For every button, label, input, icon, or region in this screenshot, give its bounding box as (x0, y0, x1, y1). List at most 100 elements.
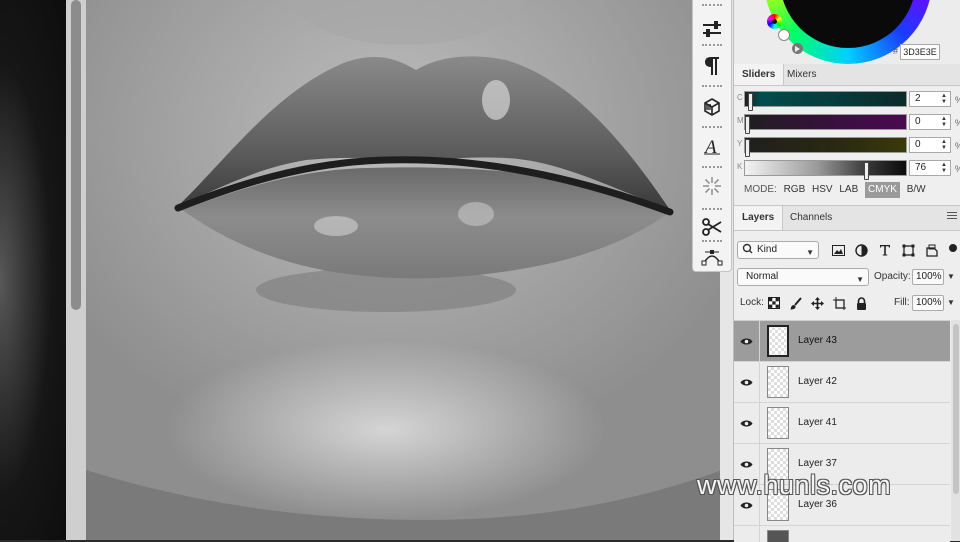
tab-sliders[interactable]: Sliders (734, 64, 785, 85)
chevron-down-icon[interactable]: ▼ (947, 298, 955, 307)
mode-bw[interactable]: B/W (907, 182, 926, 198)
search-icon (742, 242, 753, 262)
play-swatch-icon[interactable] (792, 43, 803, 54)
mode-cmyk[interactable]: CMYK (865, 182, 900, 198)
hex-value-input[interactable]: 3D3E3E (900, 44, 940, 60)
layers-panel-tabbar: Layers Channels (734, 206, 960, 231)
slider-row-cyan: C 2 ▲▼ % (734, 88, 960, 111)
lips-painting (86, 0, 722, 540)
black-slider-handle[interactable] (864, 162, 869, 180)
spinner-icon[interactable]: ▲ ▼ (941, 162, 947, 174)
opacity-input[interactable]: 100% (912, 269, 944, 285)
adjustments-sliders-icon (702, 20, 722, 38)
paragraph-icon (704, 56, 720, 76)
lock-image-pixels-icon[interactable] (789, 296, 803, 310)
brush-settings-button[interactable] (697, 164, 727, 196)
lock-all-icon[interactable] (854, 296, 868, 310)
visibility-toggle[interactable] (734, 362, 760, 403)
scrollbar-thumb[interactable] (71, 0, 81, 310)
magenta-value-field[interactable]: 0 ▲ ▼ (909, 114, 951, 130)
sliders-panel-tabbar: Sliders Mixers (734, 64, 960, 86)
pixel-filter-icon[interactable] (830, 242, 846, 258)
spinner-icon[interactable]: ▲ ▼ (941, 93, 947, 105)
layer-name[interactable]: Layer 42 (798, 376, 837, 387)
blend-mode-value: Normal (746, 271, 779, 282)
mode-label: MODE: (744, 184, 777, 195)
panel-menu-icon[interactable] (947, 212, 957, 221)
lock-artboard-icon[interactable] (832, 296, 846, 310)
paths-button[interactable] (697, 234, 727, 266)
filter-kind-select[interactable]: Kind ▼ (737, 241, 819, 259)
mode-rgb[interactable]: RGB (784, 182, 806, 198)
scrollbar-thumb[interactable] (953, 324, 959, 494)
lock-row: Lock: Fill: 100% ▼ (734, 294, 960, 314)
layer-row[interactable]: Layer 42 (734, 362, 950, 403)
black-value-field[interactable]: 76 ▲ ▼ (909, 160, 951, 176)
tab-mixers[interactable]: Mixers (779, 64, 824, 85)
color-wheel-icon[interactable] (767, 14, 782, 29)
color-preview (780, 0, 916, 48)
spinner-icon[interactable]: ▲ ▼ (941, 139, 947, 151)
channel-letter: C (737, 93, 743, 102)
chevron-down-icon[interactable]: ▼ (947, 272, 955, 281)
layer-row[interactable]: Layer 43 (734, 321, 950, 362)
tab-layers[interactable]: Layers (734, 206, 784, 230)
swatch-icon[interactable] (778, 29, 790, 41)
layer-name[interactable]: Layer 41 (798, 417, 837, 428)
shape-filter-icon[interactable] (900, 242, 916, 258)
layer-filter-row: Kind ▼ (734, 238, 960, 260)
chevron-down-icon: ▼ (856, 275, 864, 284)
spinner-icon[interactable]: ▲ ▼ (941, 116, 947, 128)
magenta-slider-handle[interactable] (745, 116, 750, 134)
document-canvas[interactable] (86, 0, 722, 540)
visibility-toggle[interactable] (734, 403, 760, 444)
cyan-slider-handle[interactable] (748, 93, 753, 111)
color-panel: # 3D3E3E (734, 0, 960, 65)
yellow-slider-handle[interactable] (745, 139, 750, 157)
yellow-value-field[interactable]: 0 ▲ ▼ (909, 137, 951, 153)
3d-button[interactable] (697, 84, 727, 116)
layer-thumbnail (767, 407, 789, 439)
layer-thumbnail (767, 366, 789, 398)
fill-label: Fill: (894, 297, 910, 308)
glyphs-button[interactable]: A (697, 124, 727, 156)
mode-hsv[interactable]: HSV (812, 182, 833, 198)
brush-settings-icon (702, 176, 722, 196)
layer-name[interactable]: Layer 43 (798, 335, 837, 346)
chevron-down-icon: ▼ (806, 248, 814, 257)
eye-icon (740, 333, 753, 351)
panel-icons-column: A (692, 0, 732, 272)
slider-row-black: K 76 ▲▼ % (734, 157, 960, 180)
eye-icon (740, 374, 753, 392)
cyan-value-field[interactable]: 2 ▲ ▼ (909, 91, 951, 107)
layer-name[interactable]: Layer 37 (798, 458, 837, 469)
yellow-slider-track[interactable] (744, 137, 907, 157)
layer-list-scrollbar[interactable] (951, 320, 960, 541)
layer-thumbnail (767, 530, 789, 542)
lock-position-icon[interactable] (810, 296, 824, 310)
opacity-label: Opacity: (874, 271, 911, 282)
canvas-vertical-scrollbar[interactable] (66, 0, 86, 540)
magenta-slider-track[interactable] (744, 114, 907, 134)
yellow-value: 0 (915, 139, 921, 150)
blend-mode-select[interactable]: Normal ▼ (737, 268, 869, 286)
black-slider-track[interactable] (744, 160, 907, 180)
adjustments-button[interactable] (697, 6, 727, 38)
black-value: 76 (915, 162, 927, 173)
type-filter-icon[interactable] (877, 242, 893, 258)
adjustment-filter-icon[interactable] (853, 242, 869, 258)
paragraph-button[interactable] (697, 44, 727, 76)
smart-object-filter-icon[interactable] (924, 242, 940, 258)
hex-prefix-label: # (893, 46, 899, 56)
cyan-slider-track[interactable] (744, 91, 907, 111)
layer-row[interactable]: Layer 41 (734, 403, 950, 444)
lock-transparent-pixels-icon[interactable] (767, 296, 781, 310)
tab-channels[interactable]: Channels (782, 206, 840, 230)
filter-toggle-icon[interactable] (949, 244, 957, 252)
svg-text:A: A (703, 137, 717, 156)
mode-lab[interactable]: LAB (839, 182, 858, 198)
cyan-value: 2 (915, 93, 921, 104)
visibility-toggle[interactable] (734, 321, 760, 362)
cut-button[interactable] (697, 204, 727, 236)
fill-input[interactable]: 100% (912, 295, 944, 311)
